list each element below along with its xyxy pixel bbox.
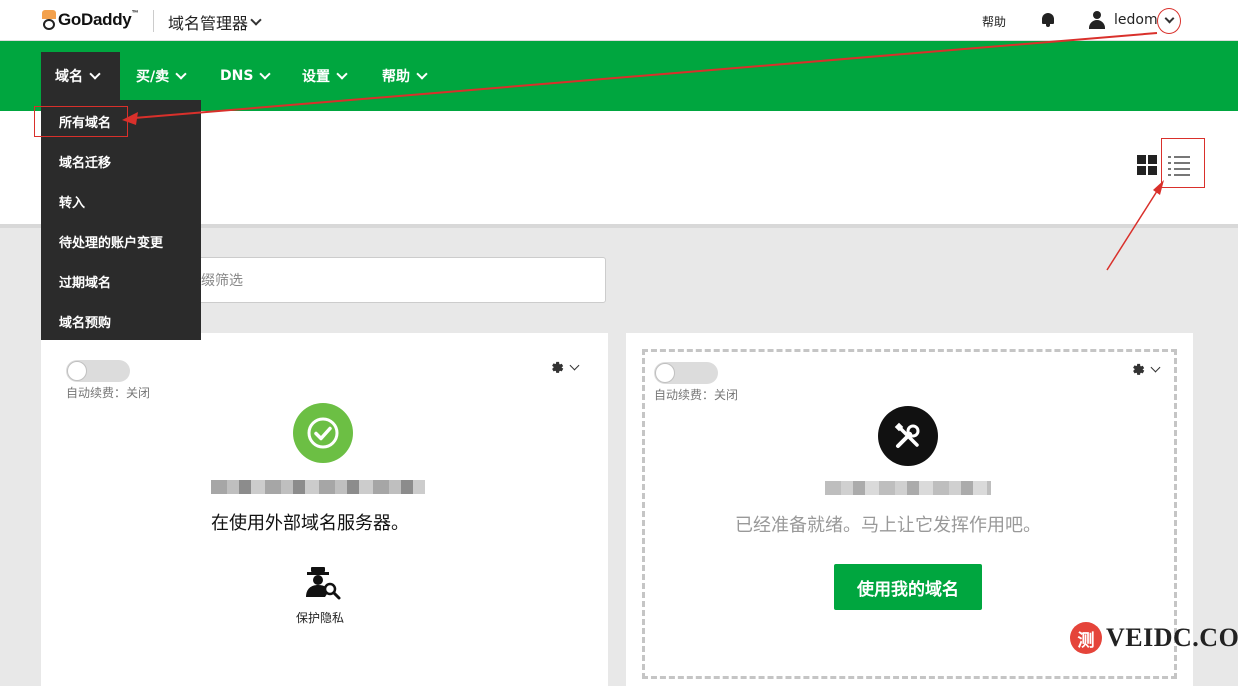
nav-buy-sell-label: 买/卖 [136, 69, 170, 85]
tools-icon [878, 406, 938, 466]
user-icon[interactable] [1088, 11, 1106, 29]
app-title-menu[interactable]: 域名管理器 [168, 10, 262, 34]
godaddy-logo-icon [42, 10, 56, 30]
watermark-logo: 测 VEIDC.COM [1070, 622, 1238, 654]
privacy-icon[interactable] [303, 565, 343, 601]
nav-settings[interactable]: 设置 [302, 52, 348, 100]
dd-domain-migration[interactable]: 域名迁移 [59, 152, 111, 171]
watermark-text: VEIDC.COM [1106, 623, 1238, 652]
auto-renew-toggle[interactable] [654, 362, 718, 384]
chevron-down-icon [1164, 13, 1174, 24]
grid-view-icon[interactable] [1137, 155, 1158, 176]
top-help-link[interactable]: 帮助 [982, 13, 1006, 30]
app-title: 域名管理器 [168, 14, 249, 33]
chevron-down-icon [250, 13, 262, 26]
logo-text: GoDaddy™ [58, 10, 139, 29]
watermark-circle: 测 [1070, 622, 1102, 654]
nav-buy-sell[interactable]: 买/卖 [136, 52, 187, 100]
nav-dns[interactable]: DNS [220, 52, 272, 100]
godaddy-logo[interactable]: GoDaddy™ [42, 6, 138, 34]
chevron-down-icon [259, 67, 272, 80]
dd-transfer-in[interactable]: 转入 [59, 192, 85, 211]
auto-renew-status: 自动续费：关闭 [654, 388, 739, 402]
gear-icon [1133, 363, 1145, 375]
topbar-divider [153, 10, 154, 32]
user-menu-toggle[interactable] [1157, 8, 1181, 34]
filter-placeholder: 缀筛选 [201, 273, 243, 289]
chevron-down-icon [89, 67, 101, 80]
all-domains-highlight-box [34, 106, 128, 137]
domain-status-text: 在使用外部域名服务器。 [211, 513, 409, 534]
bell-icon[interactable] [1041, 12, 1055, 28]
domain-status-text: 已经准备就绪。马上让它发挥作用吧。 [735, 515, 1041, 536]
active-check-icon [293, 403, 353, 463]
nav-settings-label: 设置 [302, 69, 330, 85]
chevron-down-icon [1150, 362, 1161, 372]
domain-name-redacted[interactable] [825, 481, 991, 495]
chevron-down-icon [416, 67, 428, 80]
auto-renew-toggle[interactable] [66, 360, 130, 382]
card-settings-menu[interactable] [1129, 361, 1161, 378]
domain-card: 自动续费：关闭 在使用外部域名服务器。 保护隐私 [41, 333, 608, 686]
gear-icon [552, 361, 564, 373]
card-settings-menu[interactable] [548, 359, 580, 376]
nav-help[interactable]: 帮助 [382, 52, 428, 100]
auto-renew-status: 自动续费：关闭 [66, 386, 151, 400]
chevron-down-icon [569, 360, 580, 370]
dd-domain-preorder[interactable]: 域名预购 [59, 312, 111, 331]
user-name[interactable]: ledom [1114, 12, 1158, 28]
dd-expired-domains[interactable]: 过期域名 [59, 272, 111, 291]
nav-domains[interactable]: 域名 [41, 52, 120, 100]
chevron-down-icon [336, 67, 348, 80]
list-view-highlight-box [1161, 138, 1205, 188]
nav-help-label: 帮助 [382, 69, 410, 85]
dd-pending-account-changes[interactable]: 待处理的账户变更 [59, 232, 163, 251]
nav-dns-label: DNS [220, 68, 254, 84]
top-bar: GoDaddy™ 域名管理器 帮助 ledom [0, 0, 1238, 41]
chevron-down-icon [175, 67, 187, 80]
privacy-label[interactable]: 保护隐私 [296, 609, 344, 626]
domain-name-redacted[interactable] [211, 480, 425, 494]
use-my-domain-button[interactable]: 使用我的域名 [834, 564, 982, 610]
nav-domains-label: 域名 [55, 69, 83, 85]
